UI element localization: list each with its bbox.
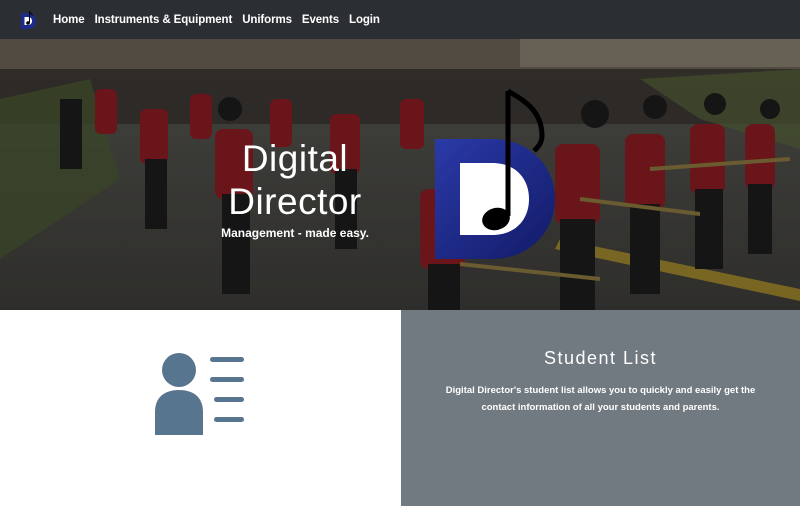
hero-banner: Digital Director Management - made easy.	[0, 39, 800, 310]
student-list-icon	[155, 353, 244, 435]
feature-icon-panel	[0, 310, 401, 506]
hero-title: Digital Director	[212, 137, 378, 223]
feature-title: Student List	[543, 348, 658, 368]
nav-link-instruments-equipment[interactable]: Instruments & Equipment	[95, 14, 233, 26]
digital-director-logo-icon	[435, 88, 555, 259]
hero-title-line1: Digital	[241, 138, 349, 179]
feature-description: Digital Director's student list allows y…	[445, 385, 756, 413]
nav-link-events[interactable]: Events	[302, 14, 339, 26]
nav-link-login[interactable]: Login	[349, 14, 380, 26]
nav-link-uniforms[interactable]: Uniforms	[242, 14, 292, 26]
feature-description-panel: Student List Digital Director's student …	[401, 310, 800, 506]
top-navbar: Home Instruments & Equipment Uniforms Ev…	[0, 0, 800, 39]
nav-link-home[interactable]: Home	[53, 14, 85, 26]
hero-title-line2: Director	[228, 181, 362, 222]
digital-director-logo-icon[interactable]	[15, 7, 41, 33]
hero-background-image	[0, 39, 800, 310]
hero-tagline: Management - made easy.	[221, 226, 369, 240]
